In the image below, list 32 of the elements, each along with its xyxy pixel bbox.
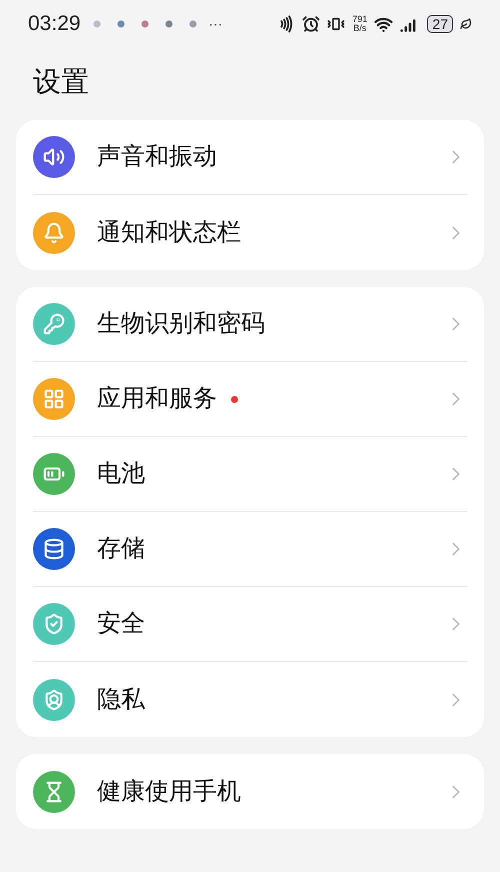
notification-icon (92, 20, 101, 28)
alarm-icon (302, 15, 320, 33)
item-label: 生物识别和密码 (97, 309, 265, 339)
settings-item[interactable]: 通知和状态栏 (33, 195, 467, 270)
notification-icon (164, 20, 173, 28)
item-label: 电池 (97, 459, 145, 489)
page-title: 设置 (32, 65, 90, 99)
network-speed: 791 (352, 15, 368, 24)
notification-icon (116, 20, 125, 28)
settings-item[interactable]: 电池 (33, 437, 467, 512)
status-time: 03:29 (28, 11, 81, 38)
item-label: 声音和振动 (97, 142, 217, 172)
item-label: 存储 (97, 534, 145, 564)
settings-item[interactable]: 应用和服务 (33, 362, 467, 437)
battery-indicator: 27 (427, 15, 453, 33)
settings-item[interactable]: 声音和振动 (33, 120, 467, 195)
network-speed-unit: B/s (353, 24, 366, 33)
item-label: 通知和状态栏 (97, 218, 241, 248)
more-notifications: ⋯ (208, 14, 223, 34)
settings-item[interactable]: 安全 (33, 587, 467, 662)
item-label: 安全 (97, 609, 145, 639)
item-label: 健康使用手机 (97, 776, 241, 806)
settings-item[interactable]: 隐私 (33, 662, 467, 737)
settings-item[interactable]: 健康使用手机 (33, 754, 467, 829)
leaf-icon (460, 18, 472, 30)
vibrate-icon (327, 15, 346, 33)
settings-item[interactable]: 存储 (33, 512, 467, 587)
notification-icon (140, 20, 149, 28)
item-label: 应用和服务 (97, 384, 217, 414)
item-label: 隐私 (97, 684, 145, 714)
settings-item[interactable]: 生物识别和密码 (33, 287, 467, 362)
notification-icon (188, 20, 197, 28)
